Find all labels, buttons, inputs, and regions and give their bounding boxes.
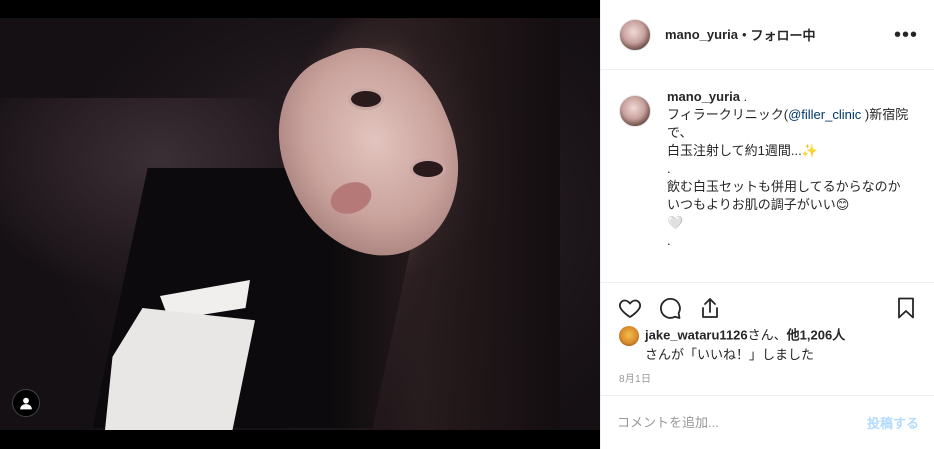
instagram-post-modal: mano_yuria • フォロー中 ••• mano_yuria . フィラー… — [0, 0, 934, 449]
caption-line4: . — [667, 161, 671, 176]
bookmark-icon — [898, 297, 914, 318]
post-comment-button[interactable]: 投稿する — [867, 413, 919, 432]
caption-author-avatar[interactable] — [619, 95, 651, 127]
likes-others-link[interactable]: 他1,206人 — [787, 327, 846, 342]
caption-text: mano_yuria . フィラークリニック(@filler_clinic )新… — [667, 88, 919, 250]
likes-mid-text: さん、 — [747, 327, 787, 343]
comment-bar: 投稿する — [601, 395, 934, 449]
share-icon — [702, 297, 718, 318]
caption-line1: . — [739, 89, 748, 104]
user-icon — [20, 397, 32, 410]
tagged-users-button[interactable] — [12, 389, 40, 417]
more-options-button[interactable]: ••• — [894, 25, 918, 45]
comment-button[interactable] — [657, 295, 683, 321]
comment-icon — [660, 297, 681, 319]
liker-username[interactable]: jake_wataru1126 — [645, 327, 748, 342]
follow-status-button[interactable]: フォロー中 — [751, 25, 816, 44]
like-button[interactable] — [617, 295, 643, 321]
caption-line8: . — [667, 233, 671, 248]
photo-eye-right — [410, 158, 446, 180]
heart-icon — [619, 299, 641, 318]
header-separator: • — [741, 27, 747, 42]
author-avatar[interactable] — [619, 18, 651, 51]
author-username[interactable]: mano_yuria — [665, 27, 738, 42]
liker-avatar[interactable] — [619, 326, 639, 346]
post-side-panel: mano_yuria • フォロー中 ••• mano_yuria . フィラー… — [600, 0, 934, 449]
post-date[interactable]: 8月1日 — [619, 370, 651, 385]
caption-line3: 白玉注射して約1週間...✨ — [667, 143, 818, 158]
post-photo[interactable] — [0, 18, 600, 430]
more-horizontal-icon: ••• — [893, 23, 918, 46]
likes-summary: jake_wataru1126さん、他1,206人 さんが「いいね！」しました — [619, 326, 919, 364]
caption-area: mano_yuria . フィラークリニック(@filler_clinic )新… — [601, 88, 934, 278]
caption-line6: いつもよりお肌の調子がいい😊 — [667, 197, 850, 212]
photo-panel — [0, 0, 600, 449]
caption-line7: 🤍 — [667, 215, 684, 230]
post-header: mano_yuria • フォロー中 ••• — [601, 0, 934, 70]
comment-input[interactable] — [617, 415, 867, 430]
caption-username[interactable]: mano_yuria — [667, 89, 740, 104]
caption-line2-prefix: フィラークリニック( — [667, 107, 789, 122]
caption-line5: 飲む白玉セットも併用してるからなのか — [667, 179, 901, 194]
caption-mention-link[interactable]: @filler_clinic — [788, 107, 861, 122]
action-bar — [601, 282, 934, 332]
photo-eye-left — [348, 88, 384, 110]
likes-line2: さんが「いいね！」しました — [645, 347, 815, 362]
save-button[interactable] — [893, 295, 919, 321]
share-button[interactable] — [697, 295, 723, 321]
